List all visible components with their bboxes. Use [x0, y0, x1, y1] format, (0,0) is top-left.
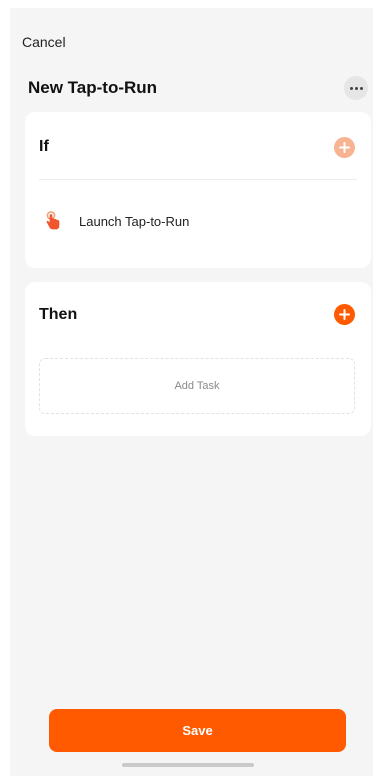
- if-heading: If: [39, 138, 49, 155]
- then-card: Then Add Task: [25, 282, 371, 436]
- save-button[interactable]: Save: [49, 709, 346, 752]
- divider: [39, 179, 357, 180]
- plus-icon: [339, 309, 350, 320]
- hand-tap-icon: [43, 209, 63, 233]
- add-task-button[interactable]: Add Task: [39, 358, 355, 414]
- more-horizontal-icon: [349, 86, 363, 90]
- add-action-button[interactable]: [334, 304, 355, 325]
- app-screen: Cancel New Tap-to-Run If Launch Tap-to-R…: [10, 8, 373, 776]
- then-heading: Then: [39, 306, 78, 323]
- add-condition-button[interactable]: [334, 137, 355, 158]
- condition-label: Launch Tap-to-Run: [79, 213, 190, 229]
- cancel-button[interactable]: Cancel: [22, 34, 66, 50]
- home-indicator: [122, 763, 254, 767]
- page-title: New Tap-to-Run: [28, 78, 158, 97]
- more-options-button[interactable]: [344, 76, 368, 100]
- if-card: If Launch Tap-to-Run: [25, 112, 371, 268]
- condition-item-launch-tap-to-run[interactable]: Launch Tap-to-Run: [43, 209, 189, 233]
- plus-icon: [339, 142, 350, 153]
